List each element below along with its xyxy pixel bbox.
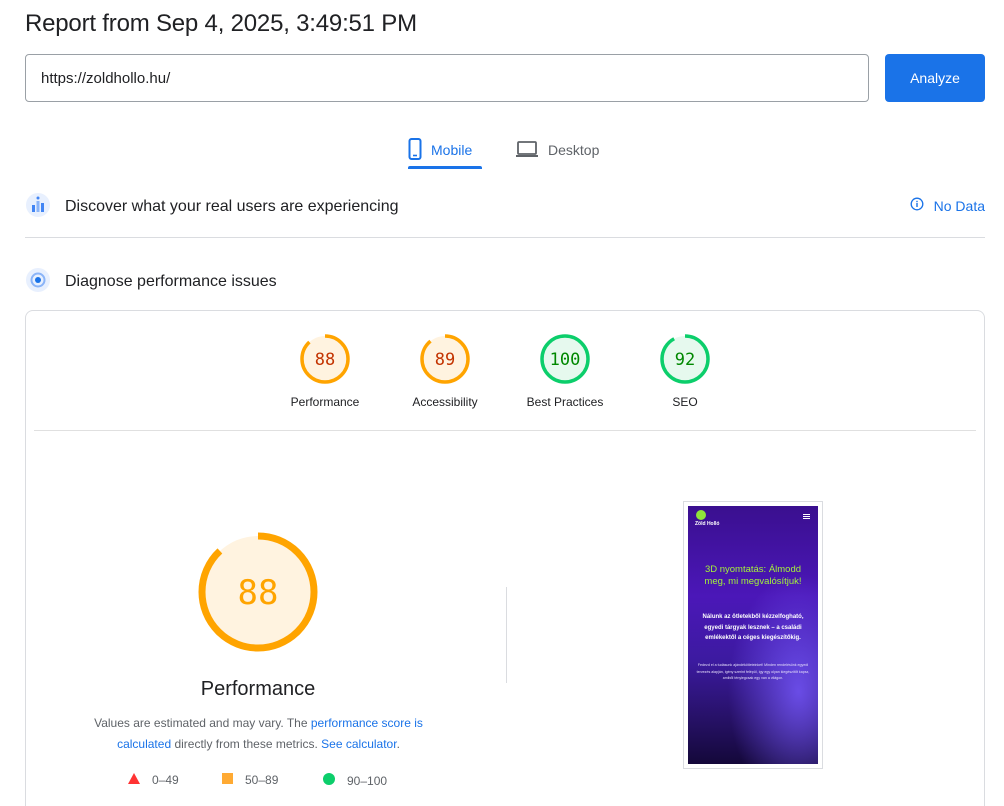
legend-average-range: 50–89 bbox=[245, 773, 279, 787]
tab-mobile-label: Mobile bbox=[431, 142, 473, 158]
description-text: Values are estimated and may vary. The bbox=[94, 716, 311, 730]
report-title: Report from Sep 4, 2025, 3:49:51 PM bbox=[25, 10, 417, 37]
tab-selected-indicator bbox=[408, 166, 482, 169]
performance-description: Values are estimated and may vary. The p… bbox=[76, 713, 441, 755]
laptop-icon bbox=[515, 140, 539, 161]
gauge-best-practices[interactable]: 100 Best Practices bbox=[505, 333, 625, 409]
gauge-performance-score: 88 bbox=[315, 350, 335, 370]
info-icon bbox=[910, 197, 924, 214]
lighthouse-report-card: 88 Performance 89 Accessibility 100 Best… bbox=[25, 310, 985, 806]
gauge-best-practices-ring: 100 bbox=[540, 334, 590, 384]
gauge-accessibility-score: 89 bbox=[435, 350, 455, 370]
triangle-icon bbox=[128, 773, 140, 787]
page-screenshot-image: Zöld Holló 3D nyomtatás: Álmodd meg, mi … bbox=[688, 506, 818, 764]
site-brand: Zöld Holló bbox=[695, 521, 720, 527]
square-icon bbox=[222, 773, 233, 787]
no-data-label: No Data bbox=[933, 197, 985, 214]
site-logo-icon bbox=[696, 510, 706, 520]
site-subtext: Nálunk az ötletekből kézzelfogható, egye… bbox=[702, 614, 804, 641]
legend-fail-range: 0–49 bbox=[152, 773, 179, 787]
site-headline: 3D nyomtatás: Álmodd meg, mi megvalósítj… bbox=[704, 564, 802, 587]
card-divider bbox=[34, 430, 976, 431]
section-divider bbox=[25, 237, 985, 238]
field-data-header: Discover what your real users are experi… bbox=[25, 192, 985, 223]
gauge-seo-ring: 92 bbox=[660, 334, 710, 384]
gauge-performance[interactable]: 88 Performance bbox=[265, 333, 385, 409]
hamburger-menu-icon bbox=[803, 514, 810, 519]
legend-average: 50–89 bbox=[222, 773, 278, 787]
diagnose-icon bbox=[25, 267, 51, 298]
site-small-text: Fedezd el a tudásunk ajándékötleteinket!… bbox=[696, 663, 810, 680]
gauge-accessibility[interactable]: 89 Accessibility bbox=[385, 333, 505, 409]
gauge-performance-ring: 88 bbox=[300, 334, 350, 384]
analyze-button[interactable]: Analyze bbox=[885, 54, 985, 102]
gauge-best-practices-score: 100 bbox=[550, 350, 581, 370]
field-data-title: Discover what your real users are experi… bbox=[65, 198, 399, 215]
tab-desktop[interactable]: Desktop bbox=[515, 130, 599, 170]
legend-pass: 90–100 bbox=[323, 773, 387, 788]
legend-fail: 0–49 bbox=[128, 773, 179, 787]
legend-pass-range: 90–100 bbox=[347, 773, 388, 788]
tab-mobile[interactable]: Mobile bbox=[408, 130, 472, 170]
diagnose-header: Diagnose performance issues bbox=[25, 267, 985, 298]
see-calculator-link[interactable]: See calculator bbox=[321, 737, 396, 751]
url-input[interactable] bbox=[25, 54, 869, 102]
description-text: . bbox=[396, 737, 400, 751]
gauge-performance-label: Performance bbox=[290, 395, 360, 409]
description-text: directly from these metrics. bbox=[171, 737, 322, 751]
diagnose-title: Diagnose performance issues bbox=[65, 273, 277, 290]
tab-desktop-label: Desktop bbox=[548, 142, 600, 158]
gauge-seo-score: 92 bbox=[675, 350, 695, 370]
performance-title: Performance bbox=[200, 678, 316, 700]
performance-big-score: 88 bbox=[238, 573, 279, 613]
users-chart-icon bbox=[25, 192, 51, 223]
circle-icon bbox=[323, 773, 335, 788]
gauge-best-practices-label: Best Practices bbox=[526, 395, 604, 409]
gauge-accessibility-label: Accessibility bbox=[412, 395, 478, 409]
gauge-accessibility-ring: 89 bbox=[420, 334, 470, 384]
performance-big-gauge: 88 bbox=[198, 532, 318, 652]
final-screenshot: Zöld Holló 3D nyomtatás: Álmodd meg, mi … bbox=[683, 501, 823, 769]
vertical-separator bbox=[506, 587, 507, 683]
phone-icon bbox=[408, 137, 422, 163]
gauge-seo[interactable]: 92 SEO bbox=[625, 333, 745, 409]
gauge-seo-label: SEO bbox=[672, 395, 698, 409]
no-data-link[interactable]: No Data bbox=[910, 197, 985, 214]
